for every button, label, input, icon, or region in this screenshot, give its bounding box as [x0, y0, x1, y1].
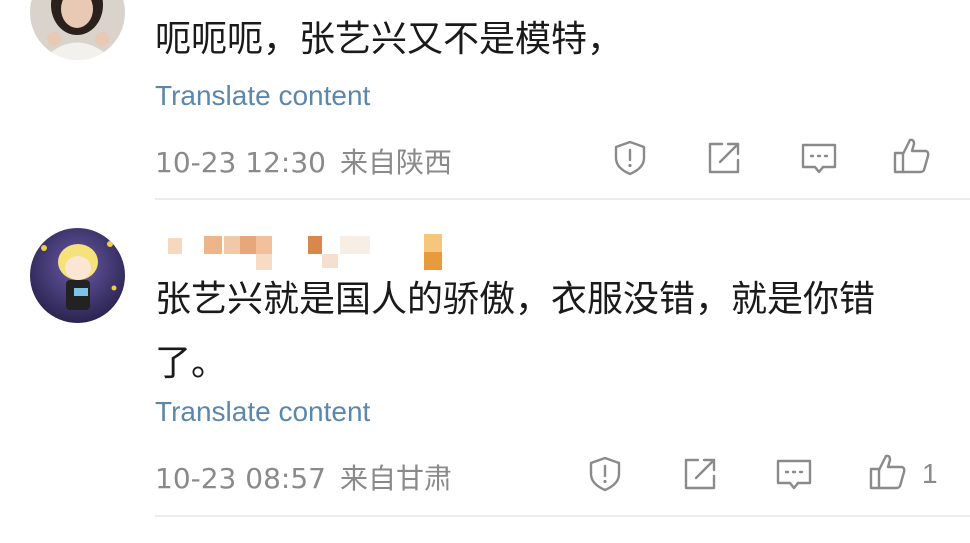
comment-date: 10-23 08:57	[155, 462, 326, 495]
like-button[interactable]	[892, 136, 932, 176]
avatar[interactable]	[30, 0, 125, 60]
like-button[interactable]	[868, 452, 908, 492]
report-icon	[614, 140, 646, 176]
translate-link[interactable]: Translate content	[155, 80, 370, 112]
comment-text-line: 了。	[155, 343, 228, 384]
share-icon	[684, 458, 716, 490]
like-count: 1	[922, 458, 938, 489]
reply-button[interactable]	[799, 138, 839, 178]
reply-icon	[776, 459, 812, 490]
comment-meta: 10-23 08:57 来自甘肃	[155, 457, 452, 497]
like-icon	[893, 138, 930, 174]
comment-location: 来自甘肃	[339, 462, 452, 495]
divider	[155, 198, 970, 200]
share-button[interactable]	[704, 138, 744, 178]
comment-text-line: 张艺兴就是国人的骄傲，衣服没错，就是你错	[155, 279, 876, 320]
report-button[interactable]	[585, 454, 625, 494]
share-icon	[708, 142, 740, 174]
comment-meta: 10-23 12:30 来自陕西	[155, 141, 452, 181]
share-button[interactable]	[680, 454, 720, 494]
translate-link[interactable]: Translate content	[155, 396, 370, 428]
comment-text: 张艺兴就是国人的骄傲，衣服没错，就是你错 了。	[155, 268, 930, 396]
comment-date: 10-23 12:30	[155, 146, 326, 179]
report-icon	[589, 456, 621, 492]
comment-location: 来自陕西	[339, 146, 452, 179]
like-icon	[869, 454, 906, 490]
divider	[155, 515, 970, 517]
reply-button[interactable]	[774, 454, 814, 494]
avatar[interactable]	[30, 228, 125, 323]
comment-text: 呃呃呃，张艺兴又不是模特，	[155, 19, 624, 60]
report-button[interactable]	[610, 138, 650, 178]
reply-icon	[801, 143, 837, 174]
